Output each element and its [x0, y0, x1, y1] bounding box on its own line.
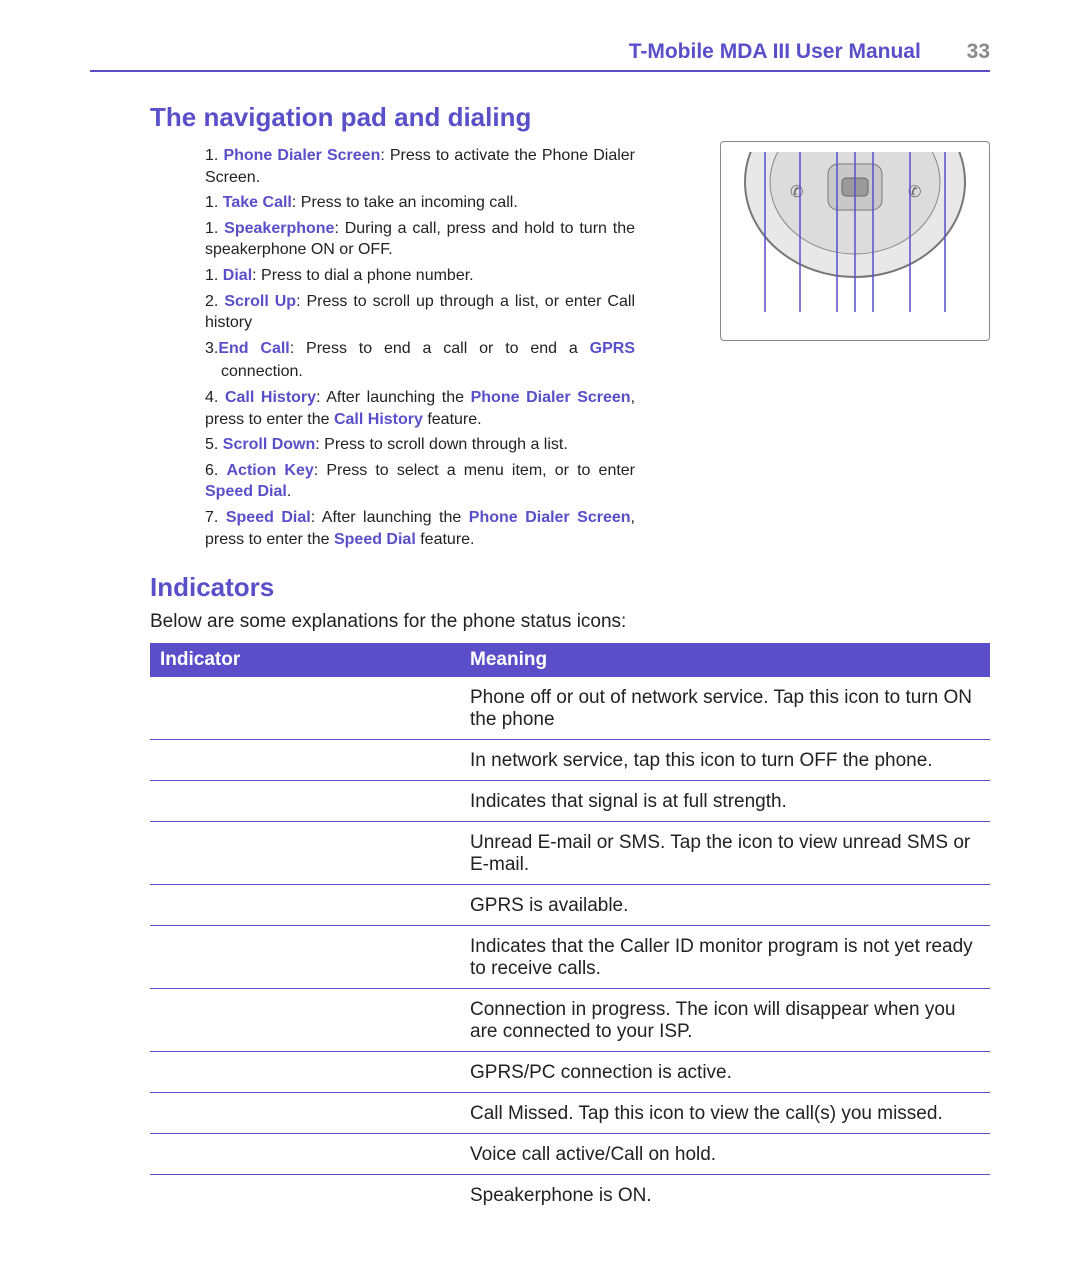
- table-row: GPRS/PC connection is active.: [150, 1052, 990, 1093]
- nav-list: 1. Phone Dialer Screen: Press to activat…: [205, 141, 710, 554]
- nav-item: 1. Speakerphone: During a call, press an…: [205, 218, 635, 261]
- table-row: In network service, tap this icon to tur…: [150, 740, 990, 781]
- table-row: Voice call active/Call on hold.: [150, 1134, 990, 1175]
- table-row: Call Missed. Tap this icon to view the c…: [150, 1093, 990, 1134]
- nav-block: 1. Phone Dialer Screen: Press to activat…: [205, 141, 990, 554]
- page-header: T-Mobile MDA III User Manual 33: [90, 40, 990, 70]
- header-title: T-Mobile MDA III User Manual: [629, 40, 921, 63]
- nav-item: 1. Dial: Press to dial a phone number.: [205, 265, 635, 287]
- table-row: Speakerphone is ON.: [150, 1175, 990, 1216]
- th-indicator: Indicator: [150, 643, 460, 677]
- table-row: Indicates that signal is at full strengt…: [150, 781, 990, 822]
- table-row: Indicates that the Caller ID monitor pro…: [150, 926, 990, 989]
- nav-pad-diagram: ✆ ✆: [720, 141, 990, 341]
- table-row: Unread E-mail or SMS. Tap the icon to vi…: [150, 822, 990, 885]
- call-icon: ✆: [790, 184, 803, 201]
- nav-item: 5. Scroll Down: Press to scroll down thr…: [205, 434, 635, 456]
- nav-item: 6. Action Key: Press to select a menu it…: [205, 460, 635, 503]
- indicators-table: Indicator Meaning Phone off or out of ne…: [150, 643, 990, 1215]
- header-rule: [90, 70, 990, 72]
- table-row: GPRS is available.: [150, 885, 990, 926]
- table-row: Phone off or out of network service. Tap…: [150, 677, 990, 740]
- th-meaning: Meaning: [460, 643, 990, 677]
- section-title-indicators: Indicators: [150, 572, 990, 603]
- indicators-intro: Below are some explanations for the phon…: [150, 611, 990, 633]
- nav-item: 7. Speed Dial: After launching the Phone…: [205, 507, 635, 550]
- nav-item: 2. Scroll Up: Press to scroll up through…: [205, 291, 635, 334]
- section-title-nav: The navigation pad and dialing: [150, 102, 990, 133]
- nav-item: connection.: [205, 361, 635, 383]
- nav-item: 4. Call History: After launching the Pho…: [205, 387, 635, 430]
- table-row: Connection in progress. The icon will di…: [150, 989, 990, 1052]
- nav-item: 1. Take Call: Press to take an incoming …: [205, 192, 635, 214]
- nav-item: 1. Phone Dialer Screen: Press to activat…: [205, 145, 635, 188]
- nav-item: 3.End Call: Press to end a call or to en…: [205, 338, 635, 360]
- nav-pad-svg: ✆ ✆: [730, 152, 980, 327]
- page-number: 33: [967, 40, 990, 63]
- manual-page: T-Mobile MDA III User Manual 33 The navi…: [0, 0, 1080, 1275]
